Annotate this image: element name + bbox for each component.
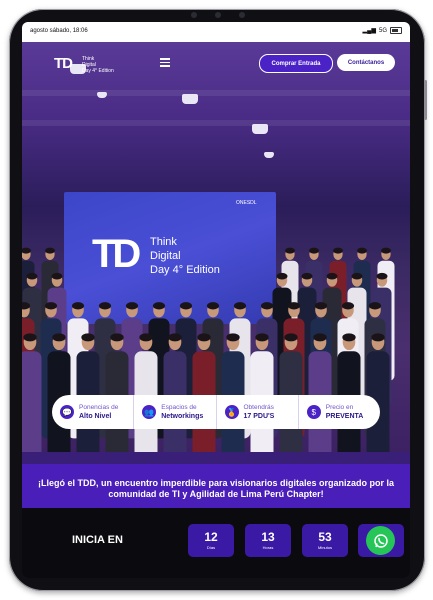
- attendee-hair: [309, 247, 319, 254]
- countdown-value: 12: [204, 530, 218, 544]
- attendee-hair: [301, 272, 313, 280]
- countdown-label: INICIA EN: [72, 534, 123, 546]
- network-label: 5G: [378, 27, 387, 34]
- countdown-unit: Horas: [262, 545, 274, 550]
- feature-networking: 👥 Espacios de Networkings: [133, 395, 215, 429]
- event-tagline: ¡Llegó el TDD, un encuentro imperdible p…: [37, 478, 395, 499]
- whatsapp-button[interactable]: [358, 524, 404, 557]
- status-bar: agosto sábado, 18:06 ▂▄▆ 5G: [22, 22, 410, 42]
- countdown-minutes: 53 Minutos: [302, 524, 348, 557]
- attendee-hair: [179, 302, 193, 310]
- countdown-value: 13: [261, 530, 275, 544]
- buy-ticket-button[interactable]: Comprar Entrada: [259, 54, 333, 73]
- attendee-hair: [52, 333, 66, 342]
- attendee-hair: [26, 272, 38, 280]
- medal-icon: 🏅: [224, 405, 239, 419]
- attendee-hair: [368, 302, 382, 310]
- people-icon: 👥: [142, 405, 157, 419]
- feature-bottom: PREVENTA: [325, 413, 364, 420]
- attendee-hair: [197, 333, 211, 342]
- feature-top: Obtendrás: [243, 404, 274, 411]
- attendee-hair: [81, 333, 95, 342]
- camera-dot: [215, 12, 221, 18]
- attendee-hair: [284, 333, 298, 342]
- countdown-days: 12 Días: [188, 524, 234, 557]
- attendee-hair: [206, 302, 220, 310]
- screen: agosto sábado, 18:06 ▂▄▆ 5G TD Think Dig…: [22, 22, 410, 578]
- feature-top: Precio en: [325, 404, 354, 411]
- feature-bottom: Alto Nivel: [79, 413, 112, 420]
- attendee-hair: [233, 302, 247, 310]
- feature-top: Espacios de: [161, 404, 197, 411]
- attendee-hair: [342, 333, 356, 342]
- battery-icon: [390, 27, 402, 34]
- attendee-hair: [333, 247, 343, 254]
- attendee-hair: [357, 247, 367, 254]
- attendee-hair: [314, 302, 328, 310]
- attendee-hair: [326, 272, 338, 280]
- camera-dot: [191, 12, 197, 18]
- countdown-unit: Días: [206, 545, 216, 550]
- hero-photo: TD Think Digital Day 4° Edition ONESDL: [22, 42, 410, 452]
- chat-icon: 💬: [60, 405, 74, 419]
- feature-pdus: 🏅 Obtendrás 17 PDU'S: [215, 395, 298, 429]
- logo-mark: TD: [54, 55, 73, 72]
- countdown-unit: Minutos: [317, 545, 332, 550]
- attendee-hair: [260, 302, 274, 310]
- status-time: agosto sábado, 18:06: [30, 28, 88, 34]
- feature-strip: 💬 Ponencias de Alto Nivel 👥 Espacios de …: [52, 395, 380, 429]
- attendee-hair: [341, 302, 355, 310]
- volume-button: [424, 80, 427, 120]
- attendee-hair: [125, 302, 139, 310]
- feature-top: Ponencias de: [79, 404, 119, 411]
- feature-presale: $ Precio en PREVENTA: [297, 395, 380, 429]
- whatsapp-icon: [366, 526, 395, 555]
- attendee-hair: [276, 272, 288, 280]
- crowd-illustration: [22, 247, 395, 452]
- attendee-hair: [71, 302, 85, 310]
- attendee-hair: [139, 333, 153, 342]
- attendee-hair: [152, 302, 166, 310]
- feature-talks: 💬 Ponencias de Alto Nivel: [52, 395, 133, 429]
- attendee-hair: [381, 247, 391, 254]
- attendee-hair: [255, 333, 269, 342]
- signal-icon: ▂▄▆: [362, 28, 376, 34]
- attendee-hair: [98, 302, 112, 310]
- attendee-hair: [168, 333, 182, 342]
- attendee-hair: [376, 272, 388, 280]
- attendee-hair: [51, 272, 63, 280]
- attendee-hair: [110, 333, 124, 342]
- attendee-hair: [45, 247, 55, 254]
- logo-caption: Think Digital Day 4° Edition: [82, 56, 114, 74]
- attendee-hair: [44, 302, 58, 310]
- camera-dot: [239, 12, 245, 18]
- attendee-hair: [23, 333, 37, 342]
- contact-button[interactable]: Contáctanos: [337, 54, 395, 71]
- feature-bottom: 17 PDU'S: [243, 413, 275, 420]
- attendee-hair: [285, 247, 295, 254]
- hamburger-menu-icon[interactable]: [160, 58, 170, 67]
- dollar-icon: $: [306, 405, 321, 419]
- countdown-bar: INICIA EN 12 Días 13 Horas 53 Minutos: [22, 508, 410, 578]
- countdown-value: 53: [318, 530, 332, 544]
- attendee-hair: [287, 302, 301, 310]
- countdown-hours: 13 Horas: [245, 524, 291, 557]
- attendee-hair: [226, 333, 240, 342]
- attendee-body: [22, 351, 42, 452]
- attendee-hair: [371, 333, 385, 342]
- logo-line: Day 4° Edition: [82, 68, 114, 74]
- attendee-hair: [313, 333, 327, 342]
- brand-logo[interactable]: TD Think Digital Day 4° Edition: [54, 55, 114, 74]
- attendee-hair: [351, 272, 363, 280]
- feature-bottom: Networkings: [161, 413, 204, 420]
